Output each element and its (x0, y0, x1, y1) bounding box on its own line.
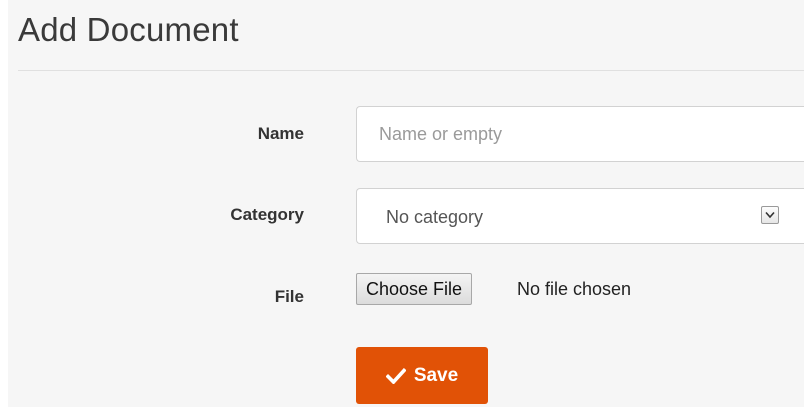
chevron-down-icon-graphic (765, 211, 775, 219)
name-label: Name (257, 124, 304, 143)
choose-file-button[interactable]: Choose File (356, 273, 473, 305)
add-document-panel: Add Document Name Category No category F… (8, 0, 804, 407)
category-select[interactable]: No category (356, 188, 804, 244)
category-selected-value: No category (386, 207, 484, 227)
save-button[interactable]: Save (356, 347, 488, 404)
page-title: Add Document (18, 11, 239, 48)
file-label: File (274, 287, 304, 306)
category-label: Category (230, 205, 304, 224)
title-divider (18, 70, 804, 71)
name-input[interactable] (356, 106, 804, 162)
file-status-text: No file chosen (517, 279, 632, 299)
chevron-down-icon[interactable] (761, 206, 779, 224)
save-button-label: Save (413, 364, 459, 386)
check-icon (385, 367, 406, 384)
